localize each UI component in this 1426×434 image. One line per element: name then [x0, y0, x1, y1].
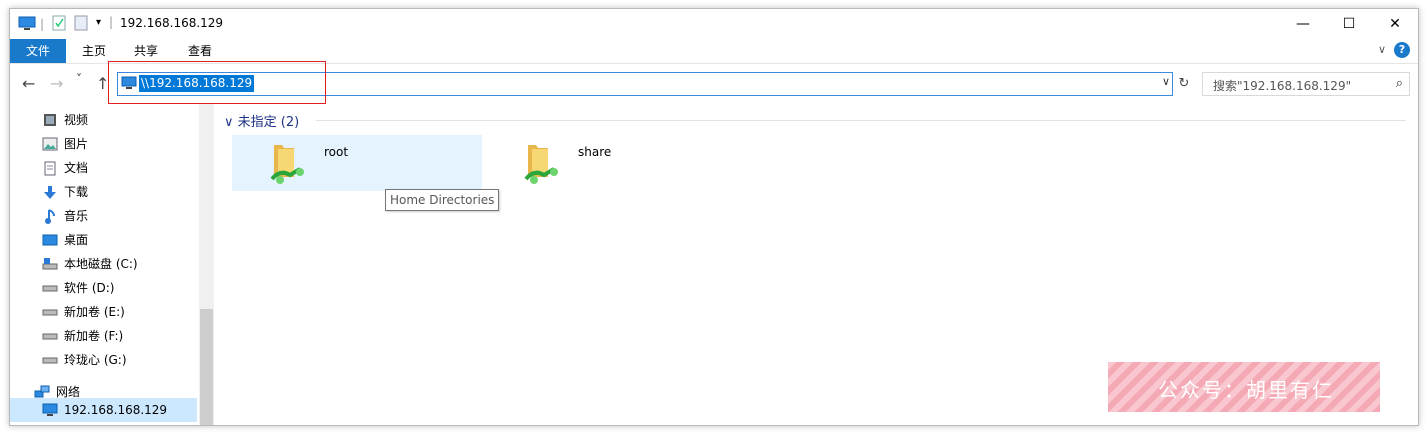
sidebar-item-label: 玲珑心 (G:) — [64, 353, 127, 367]
annotation-highlight-box — [108, 61, 326, 104]
shared-folder-icon — [270, 139, 310, 190]
drive-c-icon — [42, 256, 58, 272]
group-divider — [316, 120, 1406, 121]
folder-item-root[interactable]: root — [232, 135, 482, 191]
sidebar-item-label: 音乐 — [64, 209, 89, 223]
new-folder-icon[interactable] — [74, 15, 88, 34]
sidebar-item-music[interactable]: 音乐 — [42, 205, 88, 227]
sidebar-item-label: 192.168.168.129 — [64, 403, 168, 417]
sidebar-item-downloads[interactable]: 下载 — [42, 181, 88, 203]
group-label: 未指定 (2) — [237, 115, 300, 130]
chevron-down-icon: ∨ — [224, 115, 234, 130]
search-icon[interactable]: ⌕ — [1396, 76, 1403, 91]
title-bar: | ▾ | 192.168.168.129 — ☐ ✕ — [10, 9, 1418, 39]
maximize-button[interactable]: ☐ — [1326, 9, 1372, 39]
sidebar-item-label: 新加卷 (E:) — [64, 305, 125, 319]
sidebar-item-label: 本地磁盘 (C:) — [64, 257, 138, 271]
sidebar-item-drive-f[interactable]: 新加卷 (F:) — [42, 325, 123, 347]
customize-toolbar-icon[interactable]: ▾ — [96, 17, 101, 28]
expand-ribbon-icon[interactable]: ∨ — [1378, 43, 1386, 56]
close-button[interactable]: ✕ — [1372, 9, 1418, 39]
close-icon: ✕ — [1389, 16, 1401, 32]
sidebar-item-drive-c[interactable]: 本地磁盘 (C:) — [42, 253, 138, 275]
watermark: 公众号：胡里有仁 — [1108, 362, 1380, 412]
search-box[interactable]: 搜索"192.168.168.129" ⌕ — [1202, 72, 1410, 96]
computer-icon — [42, 402, 58, 418]
computer-icon — [18, 15, 36, 34]
sidebar-item-label: 软件 (D:) — [64, 281, 115, 295]
sidebar-item-videos[interactable]: 视频 — [42, 109, 88, 131]
folder-name: root — [324, 145, 349, 159]
tab-view[interactable]: 查看 — [176, 39, 224, 63]
minimize-icon: — — [1296, 16, 1310, 32]
drive-icon — [42, 280, 58, 296]
forward-button[interactable]: → — [50, 74, 63, 93]
chevron-down-icon[interactable]: ∨ — [1162, 75, 1170, 88]
navigation-pane: 视频 图片 文档 下载 音乐 桌面 本地磁盘 (C:) 软件 (D:) 新加卷 … — [10, 103, 214, 425]
drive-icon — [42, 352, 58, 368]
separator: | — [40, 17, 45, 31]
drive-icon — [42, 304, 58, 320]
tab-file[interactable]: 文件 — [10, 39, 66, 63]
sidebar-item-pictures[interactable]: 图片 — [42, 133, 88, 155]
tab-home[interactable]: 主页 — [70, 39, 118, 63]
sidebar-item-label: 下载 — [64, 185, 89, 199]
ribbon: 文件 主页 共享 查看 ∨ ? — [10, 39, 1418, 63]
music-icon — [42, 208, 58, 224]
sidebar-item-drive-g[interactable]: 玲珑心 (G:) — [42, 349, 127, 371]
video-icon — [42, 112, 58, 128]
watermark-text: 公众号：胡里有仁 — [1158, 378, 1334, 402]
sidebar-item-label: 文档 — [64, 161, 89, 175]
window-title: 192.168.168.129 — [120, 16, 224, 30]
downloads-icon — [42, 184, 58, 200]
sidebar-item-remote-host[interactable]: 192.168.168.129 — [42, 399, 167, 421]
tab-share[interactable]: 共享 — [122, 39, 170, 63]
properties-icon[interactable] — [52, 15, 66, 34]
sidebar-item-documents[interactable]: 文档 — [42, 157, 88, 179]
recent-locations-button[interactable]: ˅ — [76, 72, 82, 86]
sidebar-item-label: 图片 — [64, 137, 89, 151]
help-icon[interactable]: ? — [1394, 42, 1410, 58]
tooltip: Home Directories — [385, 189, 500, 211]
search-input[interactable]: 搜索"192.168.168.129" — [1213, 77, 1351, 94]
maximize-icon: ☐ — [1342, 16, 1356, 32]
group-header[interactable]: ∨ 未指定 (2) — [224, 111, 299, 130]
folder-name: share — [578, 145, 612, 159]
pictures-icon — [42, 136, 58, 152]
shared-folder-icon — [524, 139, 564, 190]
sidebar-item-drive-d[interactable]: 软件 (D:) — [42, 277, 114, 299]
sidebar-scroll-thumb[interactable] — [200, 309, 213, 425]
minimize-button[interactable]: — — [1280, 9, 1326, 39]
folder-item-share[interactable]: share — [486, 135, 736, 191]
drive-icon — [42, 328, 58, 344]
desktop-icon — [42, 232, 58, 248]
refresh-button[interactable]: ↻ — [1174, 74, 1194, 96]
sidebar-item-desktop[interactable]: 桌面 — [42, 229, 88, 251]
documents-icon — [42, 160, 58, 176]
sidebar-item-label: 新加卷 (F:) — [64, 329, 124, 343]
separator: | — [109, 15, 114, 29]
sidebar-item-label: 桌面 — [64, 233, 89, 247]
sidebar-item-drive-e[interactable]: 新加卷 (E:) — [42, 301, 125, 323]
sidebar-item-label: 视频 — [64, 113, 89, 127]
back-button[interactable]: ← — [22, 74, 35, 93]
